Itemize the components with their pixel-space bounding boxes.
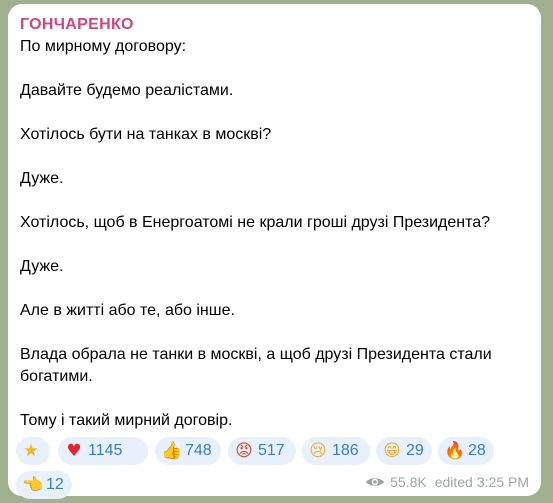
fire-icon: 🔥 <box>444 440 466 461</box>
reaction-star[interactable]: ★ <box>16 437 50 465</box>
angry-face-icon: 😡 <box>235 440 253 461</box>
thumbs-up-icon: 👍 <box>161 440 183 461</box>
reaction-crying[interactable]: 😢 186 <box>302 437 370 465</box>
reaction-count: 12 <box>46 476 64 493</box>
message-bubble: ГОНЧАРЕНКО По мирному договору: Давайте … <box>8 4 541 499</box>
reaction-thumbs-up[interactable]: 👍 748 <box>155 437 221 465</box>
pointing-hand-icon: 👈 <box>22 474 44 495</box>
reaction-count: 29 <box>406 442 424 459</box>
reaction-count: 517 <box>258 442 285 459</box>
reaction-count: 28 <box>468 442 486 459</box>
reaction-fire[interactable]: 🔥 28 <box>438 437 494 465</box>
crying-face-icon: 😢 <box>309 440 327 461</box>
eye-icon <box>366 478 385 486</box>
reaction-grinning[interactable]: 😁 29 <box>376 437 432 465</box>
reaction-heart[interactable]: ♥ 1145 <box>58 437 148 465</box>
reaction-count: 186 <box>332 442 359 459</box>
reaction-count: 748 <box>185 442 212 459</box>
message-paragraph: Хотілось, щоб в Енергоатомі не крали гро… <box>20 214 491 231</box>
reaction-count: 1145 <box>88 442 123 459</box>
author-name[interactable]: ГОНЧАРЕНКО <box>20 14 529 36</box>
message-text: По мирному договору: Давайте будемо реал… <box>20 36 529 432</box>
message-paragraph: По мирному договору: <box>20 38 187 55</box>
heart-icon: ♥ <box>66 440 82 461</box>
message-paragraph: Влада обрала не танки в москві, а щоб др… <box>20 346 492 385</box>
reaction-pointing-hand[interactable]: 👈 12 <box>16 471 72 499</box>
edited-label: edited <box>434 474 473 490</box>
message-paragraph: Хотілось бути на танках в москві? <box>20 126 272 143</box>
message-paragraph: Дуже. <box>20 170 64 187</box>
message-paragraph: Давайте будемо реалістами. <box>20 82 234 99</box>
star-icon: ★ <box>23 440 39 461</box>
message-paragraph: Дуже. <box>20 258 64 275</box>
message-paragraph: Але в житті або те, або інше. <box>20 302 235 319</box>
view-count: 55.8K <box>390 474 427 490</box>
reaction-angry[interactable]: 😡 517 <box>228 437 296 465</box>
message-meta: 55.8K edited 3:25 PM <box>365 474 529 490</box>
message-time: 3:25 PM <box>476 474 529 490</box>
message-paragraph: Тому і такий мирний договір. <box>20 412 233 429</box>
grinning-face-icon: 😁 <box>383 440 401 461</box>
